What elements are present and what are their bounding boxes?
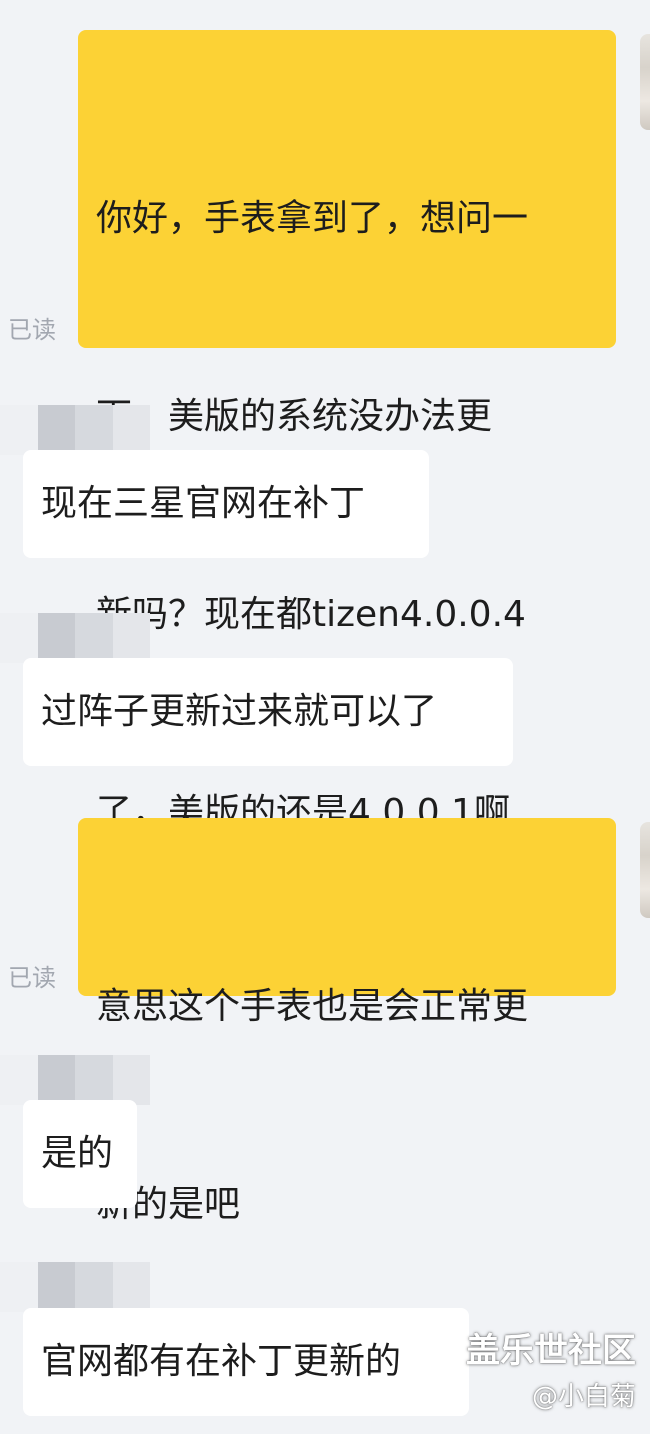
message-line: 意思这个手表也是会正常更 <box>96 986 529 1027</box>
avatar[interactable] <box>640 34 650 130</box>
message-text: 官网都有在补丁更新的 <box>41 1341 402 1382</box>
avatar[interactable] <box>640 822 650 918</box>
watermark-site: 盖乐世社区 <box>466 1331 636 1371</box>
message-text: 是的 <box>41 1133 114 1174</box>
outgoing-message[interactable]: 意思这个手表也是会正常更 新的是吧 <box>78 818 616 1225</box>
incoming-message[interactable]: 官网都有在补丁更新的 <box>23 1308 469 1416</box>
watermark-user: @小白菊 <box>531 1382 636 1412</box>
incoming-message[interactable]: 是的 <box>23 1100 137 1208</box>
read-receipt: 已读 <box>8 316 56 344</box>
incoming-message[interactable]: 过阵子更新过来就可以了 <box>23 658 513 766</box>
incoming-message[interactable]: 现在三星官网在补丁 <box>23 450 429 558</box>
chat-window: 你好，手表拿到了，想问一 下，美版的系统没办法更 新吗？现在都tizen4.0.… <box>0 0 650 1434</box>
sender-name-blurred <box>0 613 150 663</box>
sender-name-blurred <box>0 1055 150 1105</box>
message-line: 新的是吧 <box>96 1184 241 1225</box>
outgoing-message[interactable]: 你好，手表拿到了，想问一 下，美版的系统没办法更 新吗？现在都tizen4.0.… <box>78 30 616 833</box>
message-line: 你好，手表拿到了，想问一 <box>96 198 529 239</box>
sender-name-blurred <box>0 405 150 455</box>
message-line: 下，美版的系统没办法更 <box>96 396 493 437</box>
read-receipt: 已读 <box>8 964 56 992</box>
message-line: 新吗？现在都tizen4.0.0.4 <box>96 594 526 635</box>
sender-name-blurred <box>0 1262 150 1312</box>
message-text: 现在三星官网在补丁 <box>41 483 366 524</box>
message-text: 过阵子更新过来就可以了 <box>41 691 438 732</box>
